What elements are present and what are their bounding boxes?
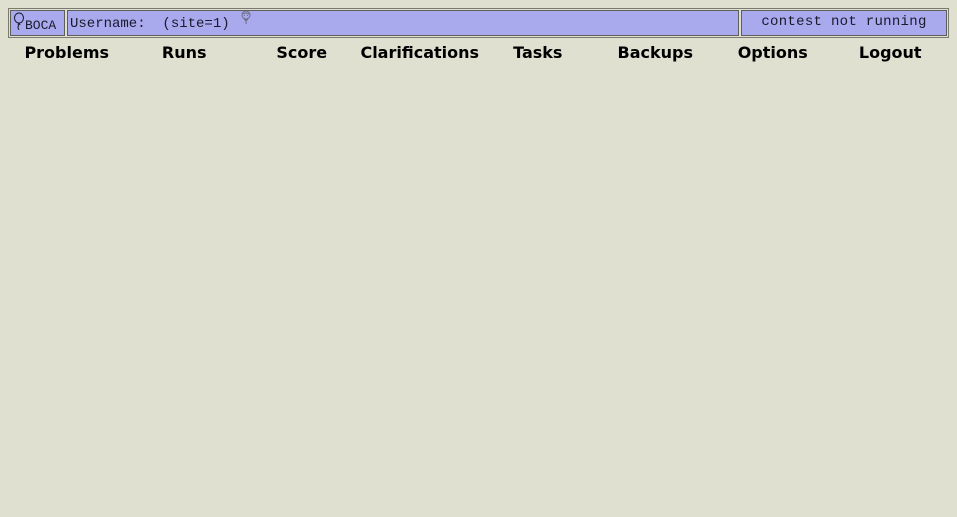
menu-item-problems[interactable]: Problems: [8, 40, 125, 66]
menu-item-backups[interactable]: Backups: [597, 40, 714, 66]
logo-cell: BOCA: [10, 10, 65, 36]
username-label: Username: (site=1): [70, 16, 230, 32]
username-cell: Username: (site=1): [67, 10, 739, 36]
logo-text: BOCA: [25, 17, 57, 33]
menu-item-options[interactable]: Options: [714, 40, 831, 66]
main-menu: Problems Runs Score Clarifications Tasks…: [8, 40, 949, 66]
menu-item-tasks[interactable]: Tasks: [479, 40, 596, 66]
contest-status-cell: contest not running: [741, 10, 947, 36]
contest-status: contest not running: [761, 14, 927, 30]
menu-item-score[interactable]: Score: [243, 40, 360, 66]
menu-item-clarifications[interactable]: Clarifications: [360, 40, 479, 66]
menu-item-logout[interactable]: Logout: [831, 40, 948, 66]
menu-item-runs[interactable]: Runs: [125, 40, 242, 66]
header-bar: BOCA Username: (site=1) contest not runn…: [8, 8, 949, 38]
user-avatar-icon: [240, 10, 252, 33]
balloon-icon: [13, 12, 25, 35]
